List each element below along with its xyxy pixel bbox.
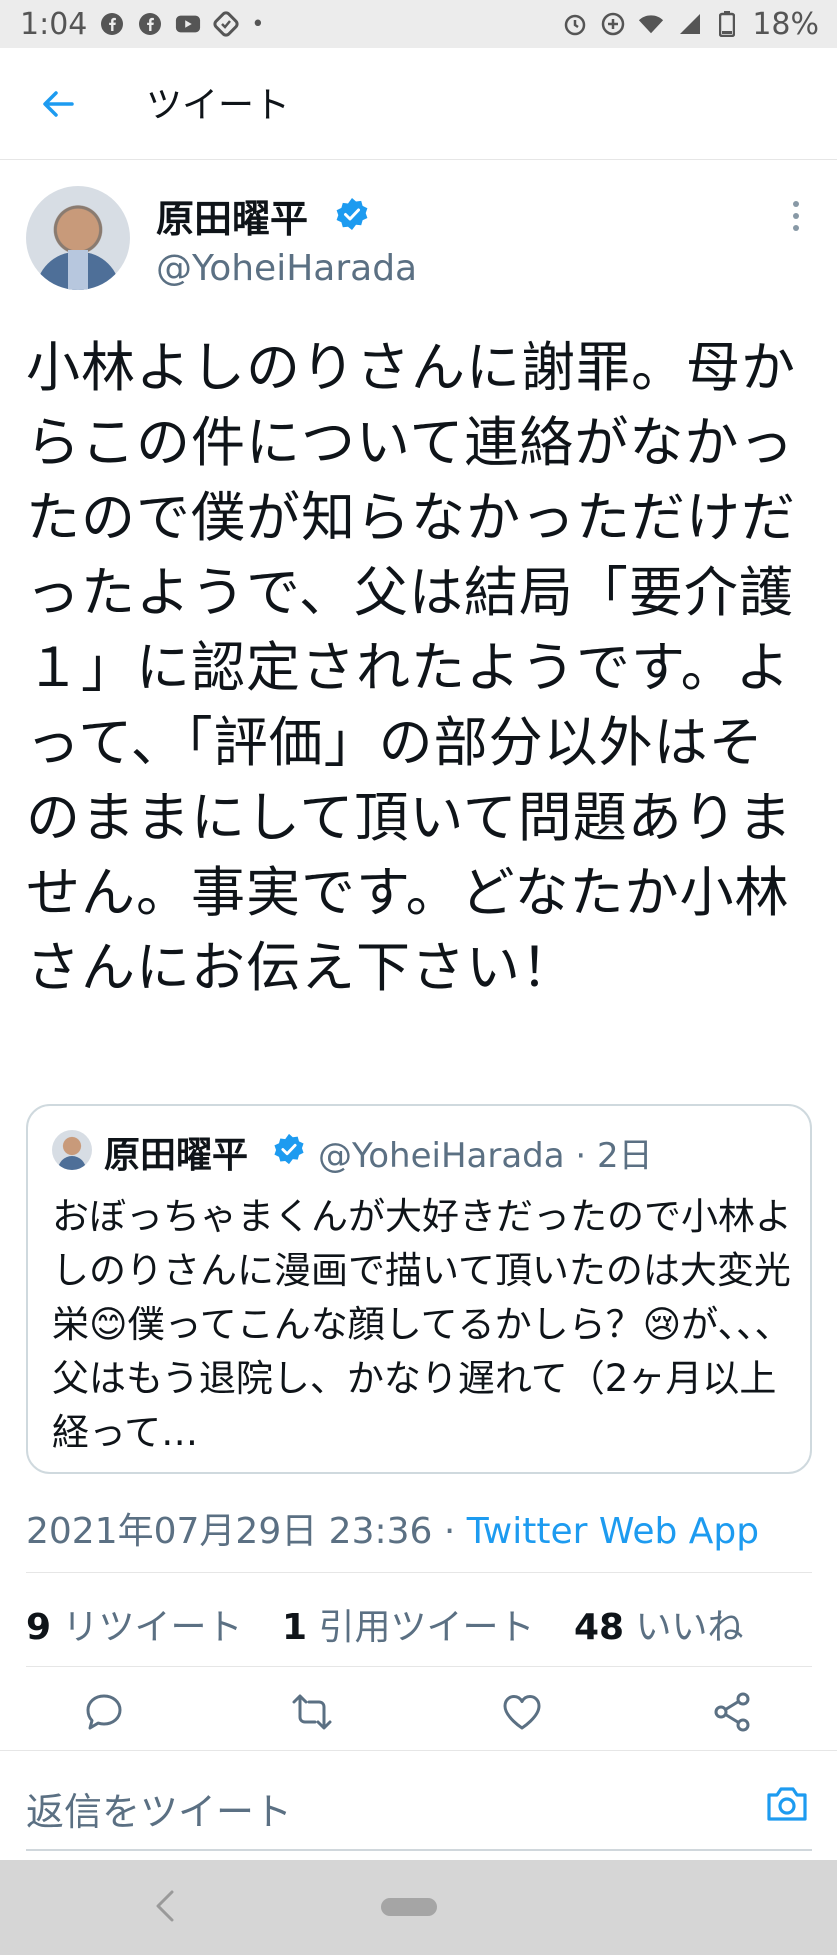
- data-saver-icon: [600, 11, 626, 37]
- battery-percentage: 18%: [752, 6, 819, 42]
- youtube-notification-icon: [175, 11, 201, 37]
- retweets-label[interactable]: リツイート: [63, 1607, 243, 1648]
- like-icon[interactable]: [500, 1690, 544, 1734]
- quotes-count[interactable]: 1: [282, 1607, 307, 1648]
- share-icon[interactable]: [710, 1690, 754, 1734]
- retweet-icon[interactable]: [290, 1690, 334, 1734]
- tweet-stats: 9 リツイート 1 引用ツイート 48 いいね: [26, 1598, 744, 1650]
- retweets-count[interactable]: 9: [26, 1607, 51, 1648]
- quoted-author-name: 原田曜平: [104, 1135, 249, 1176]
- quoted-tweet-text: おぼっちゃまくんが大好きだったので小林よしのりさんに漫画で描いて頂いたのは大変光…: [52, 1195, 792, 1454]
- status-bar: 1:04 • 18%: [0, 0, 837, 48]
- status-time: 1:04: [20, 6, 88, 42]
- quoted-tweet-card[interactable]: 原田曜平 @YoheiHarada · 2日 おぼっちゃまくんが大好きだったので…: [26, 1104, 812, 1474]
- battery-icon: [714, 11, 740, 37]
- quoted-avatar: [52, 1130, 92, 1170]
- facebook-notification-icon: [99, 11, 125, 37]
- tweet-source-link[interactable]: Twitter Web App: [467, 1511, 759, 1552]
- top-app-bar: ツイート: [0, 48, 837, 160]
- likes-count[interactable]: 48: [574, 1607, 624, 1648]
- tweet-timestamp: 2021年07月29日 23:36 ·: [26, 1511, 467, 1552]
- likes-label[interactable]: いいね: [636, 1607, 744, 1648]
- page-title: ツイート: [146, 85, 291, 126]
- more-icon[interactable]: [786, 196, 806, 236]
- reply-input[interactable]: 返信をツイート: [26, 1781, 292, 1836]
- author-name[interactable]: 原田曜平: [156, 188, 308, 243]
- app-notification-icon: [213, 11, 239, 37]
- author-handle[interactable]: @YoheiHarada: [156, 248, 417, 289]
- system-back-icon[interactable]: [150, 1884, 180, 1928]
- alarm-icon: [562, 11, 588, 37]
- cellular-signal-icon: [676, 11, 702, 37]
- system-navigation-bar: [0, 1860, 837, 1955]
- tweet-text: 小林よしのりさんに謝罪。母からこの件について連絡がなかったので僕が知らなかっただ…: [26, 336, 796, 999]
- quotes-label[interactable]: 引用ツイート: [319, 1607, 535, 1648]
- reply-composer: 返信をツイート: [0, 1750, 837, 1859]
- quoted-author-handle: @YoheiHarada · 2日: [318, 1136, 653, 1176]
- avatar-shirt: [68, 250, 88, 290]
- divider: [26, 1666, 812, 1667]
- home-pill[interactable]: [381, 1898, 437, 1916]
- facebook-notification-icon: [137, 11, 163, 37]
- quoted-avatar-suit: [58, 1156, 86, 1170]
- avatar[interactable]: [26, 186, 130, 290]
- more-notifications-dot: •: [251, 11, 265, 37]
- verified-badge-icon: [334, 196, 370, 232]
- reply-input-underline: [26, 1849, 812, 1851]
- wifi-icon: [638, 11, 664, 37]
- reply-icon[interactable]: [82, 1690, 126, 1734]
- tweet-metadata: 2021年07月29日 23:36 · Twitter Web App: [26, 1502, 759, 1554]
- camera-icon[interactable]: [764, 1781, 810, 1827]
- verified-badge-icon: [272, 1132, 306, 1166]
- back-arrow-icon[interactable]: [36, 82, 80, 126]
- divider: [26, 1572, 812, 1573]
